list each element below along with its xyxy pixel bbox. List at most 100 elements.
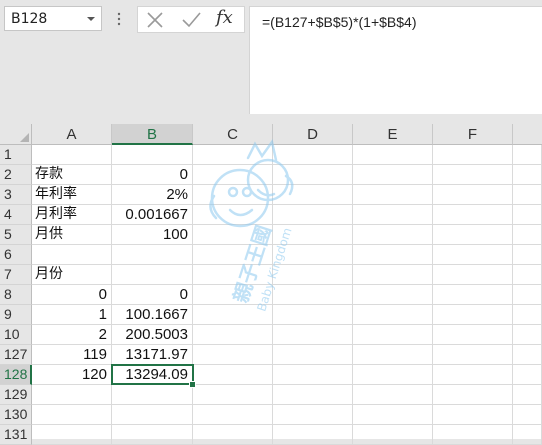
cell-a129[interactable] [32,385,112,404]
cell-f6[interactable] [433,245,513,264]
cell-c9[interactable] [193,305,273,324]
cell-a9[interactable]: 1 [32,305,112,324]
cell-b8[interactable]: 0 [112,285,193,304]
cell-g9[interactable] [513,305,542,324]
cell-f129[interactable] [433,385,513,404]
cell-a6[interactable] [32,245,112,264]
cell-e6[interactable] [353,245,433,264]
cell-f8[interactable] [433,285,513,304]
cell-b129[interactable] [112,385,193,404]
fill-handle[interactable] [189,381,196,388]
cell-d127[interactable] [273,345,353,364]
cell-a4[interactable]: 月利率 [32,205,112,224]
cell-a131[interactable] [32,425,112,444]
cell-g4[interactable] [513,205,542,224]
row-header[interactable]: 2 [0,165,32,185]
cell-b127[interactable]: 13171.97 [112,345,193,364]
cell-f9[interactable] [433,305,513,324]
cell-c128[interactable] [193,365,273,384]
column-header-b[interactable]: B [112,124,193,145]
cell-c7[interactable] [193,265,273,284]
cell-e129[interactable] [353,385,433,404]
cell-b3[interactable]: 2% [112,185,193,204]
cell-a5[interactable]: 月供 [32,225,112,244]
cell-d3[interactable] [273,185,353,204]
cell-b5[interactable]: 100 [112,225,193,244]
cell-g10[interactable] [513,325,542,344]
cell-c10[interactable] [193,325,273,344]
cell-g128[interactable] [513,365,542,384]
cell-a2[interactable]: 存款 [32,165,112,184]
cell-e10[interactable] [353,325,433,344]
row-header[interactable]: 7 [0,265,32,285]
insert-function-button[interactable]: fx [216,7,242,28]
cell-c3[interactable] [193,185,273,204]
cell-d130[interactable] [273,405,353,424]
column-header-d[interactable]: D [273,124,353,145]
column-header-c[interactable]: C [193,124,273,145]
cell-d131[interactable] [273,425,353,444]
cell-d4[interactable] [273,205,353,224]
cell-g2[interactable] [513,165,542,184]
cell-g7[interactable] [513,265,542,284]
cell-d129[interactable] [273,385,353,404]
cell-g3[interactable] [513,185,542,204]
cell-e7[interactable] [353,265,433,284]
cell-c129[interactable] [193,385,273,404]
cell-g8[interactable] [513,285,542,304]
cell-f130[interactable] [433,405,513,424]
cell-f2[interactable] [433,165,513,184]
cell-e5[interactable] [353,225,433,244]
row-header[interactable]: 3 [0,185,32,205]
cell-g130[interactable] [513,405,542,424]
cell-c4[interactable] [193,205,273,224]
cell-a8[interactable]: 0 [32,285,112,304]
row-header[interactable]: 130 [0,405,32,425]
cell-g129[interactable] [513,385,542,404]
cell-g6[interactable] [513,245,542,264]
cell-d9[interactable] [273,305,353,324]
cell-e4[interactable] [353,205,433,224]
cell-d6[interactable] [273,245,353,264]
cell-c1[interactable] [193,145,273,164]
cell-c6[interactable] [193,245,273,264]
name-box[interactable]: B128 [4,6,102,31]
cell-f5[interactable] [433,225,513,244]
cell-e2[interactable] [353,165,433,184]
cell-c130[interactable] [193,405,273,424]
cell-a1[interactable] [32,145,112,164]
cell-a128[interactable]: 120 [32,365,112,384]
cell-d2[interactable] [273,165,353,184]
cell-d7[interactable] [273,265,353,284]
chevron-down-icon[interactable] [84,7,98,30]
row-header[interactable]: 10 [0,325,32,345]
cell-a127[interactable]: 119 [32,345,112,364]
cell-b1[interactable] [112,145,193,164]
spreadsheet-grid[interactable]: A B C D E F 親子王國 Baby Kingdom 1 2 存款 0 3 年利率 2… [0,124,542,445]
cell-a7[interactable]: 月份 [32,265,112,284]
row-header[interactable]: 9 [0,305,32,325]
cell-b10[interactable]: 200.5003 [112,325,193,344]
enter-check-icon[interactable] [180,10,202,30]
cell-g127[interactable] [513,345,542,364]
cell-f3[interactable] [433,185,513,204]
cell-b2[interactable]: 0 [112,165,193,184]
cell-d128[interactable] [273,365,353,384]
formula-input[interactable]: =(B127+$B$5)*(1+$B$4) [249,6,542,114]
cell-b9[interactable]: 100.1667 [112,305,193,324]
cell-e8[interactable] [353,285,433,304]
cell-e130[interactable] [353,405,433,424]
cell-f128[interactable] [433,365,513,384]
cell-g5[interactable] [513,225,542,244]
cell-d8[interactable] [273,285,353,304]
cell-d5[interactable] [273,225,353,244]
cell-f7[interactable] [433,265,513,284]
column-header-a[interactable]: A [32,124,112,145]
row-header[interactable]: 128 [0,365,32,385]
cell-c131[interactable] [193,425,273,444]
cell-c127[interactable] [193,345,273,364]
row-header[interactable]: 131 [0,425,32,445]
column-header-g[interactable] [513,124,542,145]
cell-f1[interactable] [433,145,513,164]
cell-d1[interactable] [273,145,353,164]
